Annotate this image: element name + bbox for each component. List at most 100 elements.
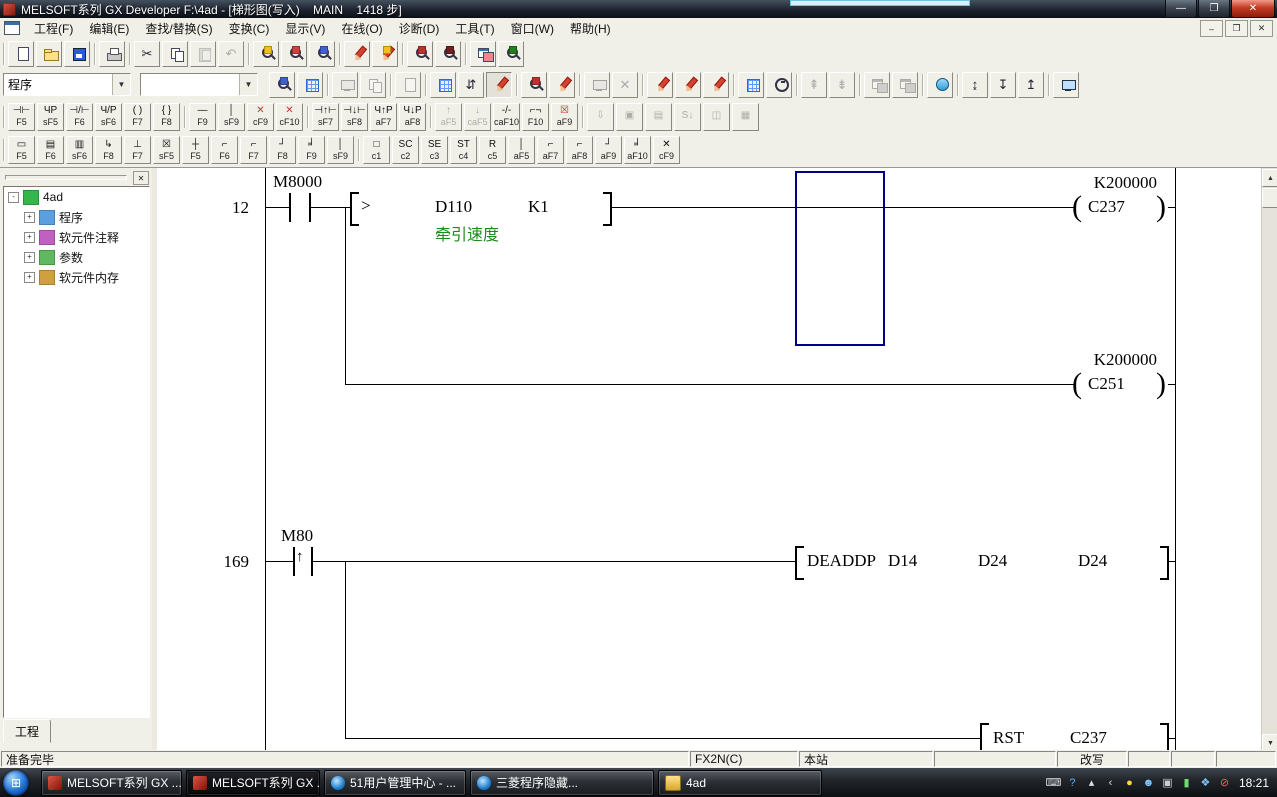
tree-node-program[interactable]: +程序: [4, 207, 149, 227]
write-mode-button[interactable]: [486, 72, 512, 98]
sfc-box2-button[interactable]: ▤F6: [37, 136, 64, 164]
display-icon[interactable]: ▣: [1159, 774, 1176, 791]
menu-item-d[interactable]: 诊断(D): [391, 18, 448, 39]
read-mode-button[interactable]: ⇵: [458, 72, 484, 98]
step-insert2-button[interactable]: ↧: [990, 72, 1016, 98]
edit-dots-button[interactable]: [647, 72, 673, 98]
statement-edit-button[interactable]: [372, 41, 398, 67]
find-button[interactable]: [253, 41, 279, 67]
combo-dropdown-icon[interactable]: ▼: [239, 74, 257, 95]
sfc-dummy-button[interactable]: ☒sF5: [153, 136, 180, 164]
sfc-end-button[interactable]: ⊥F7: [124, 136, 151, 164]
data-type-combobox[interactable]: 程序 ▼: [3, 73, 131, 96]
menu-item-w[interactable]: 窗口(W): [503, 18, 562, 39]
edit-cursor-box[interactable]: [795, 171, 885, 346]
hline-button[interactable]: —F9: [189, 103, 216, 131]
save-button[interactable]: [64, 41, 90, 67]
find-replace-button[interactable]: [309, 41, 335, 67]
invert-result-button[interactable]: -/-caF10: [493, 103, 520, 131]
scroll-up-icon[interactable]: ▲: [1262, 169, 1277, 187]
close-button[interactable]: ✕: [1231, 0, 1275, 18]
sfc-rail2-button[interactable]: ⌐F7: [240, 136, 267, 164]
program-check-button[interactable]: [738, 72, 764, 98]
minimize-button[interactable]: —: [1165, 0, 1197, 18]
sfc-arail1-button[interactable]: ⌐aF7: [537, 136, 564, 164]
task-folder-4ad[interactable]: 4ad: [658, 770, 822, 796]
mdi-minimize-button[interactable]: –: [1200, 20, 1223, 37]
dock-strip[interactable]: ✕: [3, 171, 149, 183]
qq-icon[interactable]: ●: [1121, 774, 1138, 791]
vertical-scrollbar[interactable]: ▲ ▼: [1261, 168, 1277, 751]
step-delete-button[interactable]: ↥: [1018, 72, 1044, 98]
print-button[interactable]: [99, 41, 125, 67]
vline-button[interactable]: │sF9: [218, 103, 245, 131]
zoom-out-button[interactable]: [407, 41, 433, 67]
falling-pulse-button[interactable]: ⊣↓⊢sF8: [341, 103, 368, 131]
task-ie-51user[interactable]: 51用户管理中心 - ...: [324, 770, 466, 796]
clock-setting-button[interactable]: [766, 72, 792, 98]
project-tab[interactable]: 工程: [3, 719, 51, 743]
keyboard-icon[interactable]: ⌨: [1045, 774, 1062, 791]
sfc-st-button[interactable]: STc4: [450, 136, 477, 164]
user-icon[interactable]: ☻: [1140, 774, 1157, 791]
application-instr-button[interactable]: { }F8: [153, 103, 180, 131]
zoom-in-button[interactable]: [435, 41, 461, 67]
battery-icon[interactable]: ▮: [1178, 774, 1195, 791]
mdi-child-icon[interactable]: [4, 21, 20, 35]
sfc-arail4-button[interactable]: ╛aF10: [624, 136, 651, 164]
step-insert-button[interactable]: ↨: [962, 72, 988, 98]
sfc-rail1-button[interactable]: ⌐F6: [211, 136, 238, 164]
tree-node-parameter-expander[interactable]: +: [24, 252, 35, 263]
remote-monitor-button[interactable]: [1053, 72, 1079, 98]
cut-button[interactable]: ✂: [134, 41, 160, 67]
combo-dropdown-icon[interactable]: ▼: [112, 74, 130, 95]
parallel-rising-button[interactable]: Ч↑РaF7: [370, 103, 397, 131]
monitor-write-button[interactable]: [549, 72, 575, 98]
menu-item-h[interactable]: 帮助(H): [562, 18, 619, 39]
sfc-select-button[interactable]: □c1: [363, 136, 390, 164]
tree-node-project-root[interactable]: -4ad: [4, 187, 149, 207]
scrollbar-thumb[interactable]: [1262, 188, 1277, 208]
mdi-close-button[interactable]: ✕: [1250, 20, 1273, 37]
panel-close-icon[interactable]: ✕: [133, 171, 149, 185]
copy-button[interactable]: [162, 41, 188, 67]
parallel-falling-button[interactable]: Ч↓РaF8: [399, 103, 426, 131]
tree-node-program-expander[interactable]: +: [24, 212, 35, 223]
sfc-avline-button[interactable]: │aF5: [508, 136, 535, 164]
sfc-box-button[interactable]: ▭F5: [8, 136, 35, 164]
task-ie-mitsubishi[interactable]: 三菱程序隐藏...: [470, 770, 654, 796]
open-contact-button[interactable]: ⊣⊢F5: [8, 103, 35, 131]
help-icon[interactable]: ?: [1064, 774, 1081, 791]
scroll-down-icon[interactable]: ▼: [1262, 734, 1277, 751]
sfc-jump-button[interactable]: ↳F8: [95, 136, 122, 164]
sfc-r-button[interactable]: Rc5: [479, 136, 506, 164]
new-button[interactable]: [8, 41, 34, 67]
sfc-sc-button[interactable]: SCc2: [392, 136, 419, 164]
cascade-window-button[interactable]: [470, 41, 496, 67]
data-name-combobox[interactable]: ▼: [140, 73, 258, 96]
delete-vline-button[interactable]: ✕cF10: [276, 103, 303, 131]
tree-node-device-memory-expander[interactable]: +: [24, 272, 35, 283]
menu-item-t[interactable]: 工具(T): [447, 18, 502, 39]
tree-node-device-comment-expander[interactable]: +: [24, 232, 35, 243]
entry-monitor-button[interactable]: [927, 72, 953, 98]
sfc-rail3-button[interactable]: ┘F8: [269, 136, 296, 164]
network-icon[interactable]: ❖: [1197, 774, 1214, 791]
delete-edge-button[interactable]: ☒aF9: [551, 103, 578, 131]
edit-contact-button[interactable]: [703, 72, 729, 98]
sfc-se-button[interactable]: SEc3: [421, 136, 448, 164]
menu-item-c[interactable]: 变换(C): [221, 18, 278, 39]
menu-item-e[interactable]: 编辑(E): [81, 18, 137, 39]
tray-chevron-icon[interactable]: ‹: [1102, 774, 1119, 791]
convert-edge-button[interactable]: ⌐¬F10: [522, 103, 549, 131]
open-button[interactable]: [36, 41, 62, 67]
closed-contact-button[interactable]: ⊣/⊢F6: [66, 103, 93, 131]
sfc-cross-button[interactable]: ┼F5: [182, 136, 209, 164]
sfc-rail4-button[interactable]: ╛F9: [298, 136, 325, 164]
sfc-arail3-button[interactable]: ┘aF9: [595, 136, 622, 164]
parallel-contact-button[interactable]: ЧРsF5: [37, 103, 64, 131]
sfc-arail2-button[interactable]: ⌐aF8: [566, 136, 593, 164]
restore-button[interactable]: ❐: [1198, 0, 1230, 18]
edit-ladder-button[interactable]: [675, 72, 701, 98]
task-melsoft-1[interactable]: MELSOFT系列 GX ...: [41, 770, 182, 796]
